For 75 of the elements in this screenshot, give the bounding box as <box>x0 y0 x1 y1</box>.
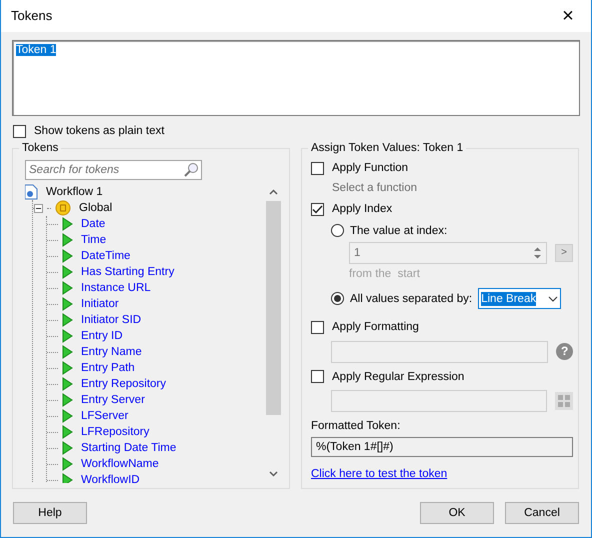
option-label: Apply Formatting <box>332 320 419 335</box>
close-button[interactable]: × <box>545 0 591 32</box>
tree-item[interactable]: LFRepository <box>81 425 150 440</box>
play-icon <box>62 393 73 408</box>
tree-item[interactable]: WorkflowID <box>81 473 140 484</box>
option-label: All values separated by: <box>350 292 472 306</box>
plain-text-checkbox[interactable] <box>13 124 26 138</box>
radio-button[interactable] <box>331 224 344 238</box>
tree-item[interactable]: Entry Path <box>81 361 135 376</box>
go-button[interactable]: > <box>555 244 573 262</box>
tree-item[interactable]: Starting Date Time <box>81 441 176 456</box>
play-icon <box>62 409 73 424</box>
window-title: Tokens <box>11 8 52 24</box>
tree-item[interactable]: LFServer <box>81 409 128 424</box>
tree-item[interactable]: Has Starting Entry <box>81 265 174 280</box>
cancel-button[interactable]: Cancel <box>505 502 579 524</box>
radio-button[interactable] <box>331 292 344 306</box>
input-field[interactable] <box>331 390 547 412</box>
formatted-token-field[interactable]: %(Token 1#[]#) <box>311 437 573 458</box>
option-label: Apply Function <box>332 161 408 176</box>
play-icon <box>62 249 73 264</box>
play-icon <box>62 377 73 392</box>
function-hint: Select a function <box>332 180 418 196</box>
play-icon <box>62 473 73 484</box>
tree-item[interactable]: Instance URL <box>81 281 151 296</box>
input-field[interactable] <box>331 340 548 363</box>
scrollbar-thumb[interactable] <box>266 201 281 416</box>
play-icon <box>62 345 73 360</box>
index-note: from the start <box>349 266 421 282</box>
search-field[interactable]: Search for tokens <box>25 160 202 180</box>
coin-icon <box>55 200 71 216</box>
play-icon <box>62 361 73 376</box>
ok-button[interactable]: OK <box>420 502 494 524</box>
plain-text-label: Show tokens as plain text <box>34 124 164 138</box>
dropdown-caret-icon[interactable] <box>548 296 558 302</box>
formatted-token-label: Formatted Token: <box>311 419 402 434</box>
tree-item[interactable]: Time <box>81 233 106 248</box>
option-label: Apply Index <box>332 202 392 216</box>
token-text-area[interactable]: Token 1 <box>12 40 580 116</box>
tree-item[interactable]: DateTime <box>81 249 130 264</box>
checkbox[interactable] <box>311 320 324 334</box>
checkbox[interactable] <box>311 162 324 176</box>
play-icon <box>62 313 73 328</box>
tree-item[interactable]: Entry Name <box>81 345 142 360</box>
help-button[interactable]: Help <box>13 502 87 524</box>
play-icon <box>62 233 73 248</box>
play-icon <box>62 217 73 232</box>
option-label: Apply Regular Expression <box>332 370 464 384</box>
workflow-document-icon <box>25 184 38 200</box>
separator-dropdown[interactable]: Line Break <box>478 288 562 310</box>
play-icon <box>62 265 73 280</box>
index-spinner[interactable]: 1 <box>349 242 548 264</box>
test-token-link[interactable]: Click here to test the token <box>311 467 448 482</box>
tree-item[interactable]: WorkflowName <box>81 457 159 472</box>
token-text: Token 1 <box>16 44 56 56</box>
tree-item[interactable]: Entry Server <box>81 393 145 408</box>
tree-item[interactable]: Entry Repository <box>81 377 166 392</box>
checkbox[interactable] <box>311 370 324 384</box>
checkbox[interactable] <box>311 202 324 216</box>
play-icon <box>62 425 73 440</box>
group-title: Assign Token Values: Token 1 <box>308 141 466 156</box>
tree-item[interactable]: Date <box>81 217 106 232</box>
play-icon <box>62 329 73 344</box>
tree-item[interactable]: Entry ID <box>81 329 123 344</box>
tree-item[interactable]: Initiator SID <box>81 313 142 328</box>
play-icon <box>62 281 73 296</box>
play-icon <box>62 457 73 472</box>
search-icon <box>183 162 199 178</box>
play-icon <box>62 441 73 456</box>
tree-item[interactable]: Workflow 1 <box>46 185 103 200</box>
collapse-icon[interactable] <box>34 204 43 213</box>
option-label: The value at index: <box>350 224 448 238</box>
tree-item[interactable]: Initiator <box>81 297 119 312</box>
play-icon <box>62 297 73 312</box>
tree-item[interactable]: Global <box>79 201 112 216</box>
